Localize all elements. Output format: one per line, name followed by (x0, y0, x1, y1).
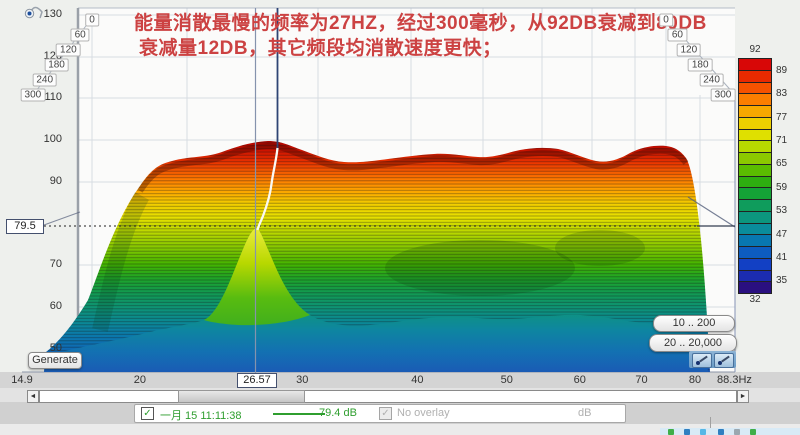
range-20-20000-button[interactable]: 20 .. 20,000 (649, 334, 737, 352)
screenshot-toolbar (660, 428, 800, 435)
time-tick-left-180: 180 (44, 59, 69, 72)
color-scale-segment-12 (739, 200, 771, 212)
db-cursor-readout: 79.5 (6, 219, 44, 234)
scroll-track[interactable] (39, 390, 737, 403)
toolbar-icon-gray (734, 429, 740, 435)
time-tick-left-60: 60 (71, 29, 90, 42)
color-scale-segment-18 (739, 271, 771, 283)
color-scale-segment-5 (739, 118, 771, 130)
freq-tick-50: 50 (501, 374, 513, 386)
time-tick-left-240: 240 (32, 74, 57, 87)
color-scale-max: 92 (738, 44, 772, 55)
toolbar-icon-lightblue (700, 429, 706, 435)
cursor-level-value: 79.4 dB (319, 407, 357, 419)
color-scale-segment-0 (739, 59, 771, 71)
color-scale-tick-83: 83 (776, 88, 787, 99)
color-scale-min: 32 (738, 294, 772, 305)
color-scale-segment-9 (739, 165, 771, 177)
time-tick-right-240: 240 (699, 74, 724, 87)
color-scale-tick-41: 41 (776, 252, 787, 263)
measurement-legend-bar: ✓ 一月 15 11:11:38 79.4 dB ✓ No overlay dB (134, 404, 626, 423)
color-scale-tick-89: 89 (776, 65, 787, 76)
h-scrollbar: ◄ ► (27, 390, 749, 403)
color-scale-tick-65: 65 (776, 158, 787, 169)
toolbar-icon-green2 (750, 429, 756, 435)
time-tick-right-60: 60 (668, 29, 687, 42)
color-scale-tick-47: 47 (776, 229, 787, 240)
measurement-checkbox[interactable]: ✓ (141, 407, 154, 420)
freq-tick-80: 80 (689, 374, 701, 386)
color-scale-segment-11 (739, 188, 771, 200)
color-scale-segment-19 (739, 282, 771, 293)
toolbar-icon-green (668, 429, 674, 435)
color-scale-segment-6 (739, 130, 771, 142)
scroll-thumb[interactable] (178, 390, 305, 403)
freq-tick-20: 20 (134, 374, 146, 386)
color-scale-tick-71: 71 (776, 135, 787, 146)
time-tick-left-120: 120 (56, 44, 81, 57)
color-scale-segment-7 (739, 141, 771, 153)
overlay-checkbox[interactable]: ✓ (379, 407, 392, 420)
freq-tick-40: 40 (411, 374, 423, 386)
color-scale-tick-53: 53 (776, 205, 787, 216)
freq-tick-70: 70 (635, 374, 647, 386)
time-tick-right-0: 0 (659, 14, 673, 27)
color-scale-bar (738, 58, 772, 294)
range-10-200-button[interactable]: 10 .. 200 (653, 315, 735, 332)
unit-label: dB (578, 407, 591, 419)
freq-tick-149: 14.9 (11, 374, 32, 386)
color-scale-tick-35: 35 (776, 275, 787, 286)
color-scale-segment-1 (739, 71, 771, 83)
toolbar-icon-blue2 (718, 429, 724, 435)
zoom-out-icon[interactable] (692, 353, 712, 368)
rew-waterfall-window: 能量消散最慢的频率为27HZ，经过300毫秒，从92DB衰减到80DB 衰减量1… (0, 0, 800, 435)
trace-color-sample (273, 413, 325, 415)
scroll-right-button[interactable]: ► (737, 390, 749, 403)
color-scale-segment-3 (739, 94, 771, 106)
color-scale-segment-14 (739, 224, 771, 236)
toolbar-icon-blue (684, 429, 690, 435)
freq-tick-883Hz: 88.3Hz (717, 374, 752, 386)
color-scale-segment-13 (739, 212, 771, 224)
time-axis: 0 0 60 60 120 120 180 180 240 240 300 300 (0, 0, 800, 120)
zoom-controls (689, 351, 736, 368)
generate-button[interactable]: Generate (28, 352, 82, 369)
time-tick-left-0: 0 (85, 14, 99, 27)
overlay-label: No overlay (397, 407, 450, 419)
scroll-left-button[interactable]: ◄ (27, 390, 39, 403)
freq-cursor-readout: 26.57 (237, 373, 277, 388)
color-scale-segment-15 (739, 235, 771, 247)
color-scale-segment-16 (739, 247, 771, 259)
freq-tick-30: 30 (296, 374, 308, 386)
time-tick-right-300: 300 (711, 89, 736, 102)
freq-tick-60: 60 (574, 374, 586, 386)
color-scale-segment-8 (739, 153, 771, 165)
time-tick-right-120: 120 (676, 44, 701, 57)
color-scale-tick-59: 59 (776, 182, 787, 193)
color-scale-segment-4 (739, 106, 771, 118)
time-tick-right-180: 180 (688, 59, 713, 72)
zoom-in-icon[interactable] (714, 353, 734, 368)
color-scale-tick-77: 77 (776, 112, 787, 123)
color-scale-segment-17 (739, 259, 771, 271)
measurement-name: 一月 15 11:11:38 (160, 407, 242, 423)
color-scale-segment-10 (739, 177, 771, 189)
time-tick-left-300: 300 (21, 89, 46, 102)
color-scale-segment-2 (739, 83, 771, 95)
color-scale-labels: 89 83 77 71 65 59 53 47 41 35 (776, 0, 800, 300)
